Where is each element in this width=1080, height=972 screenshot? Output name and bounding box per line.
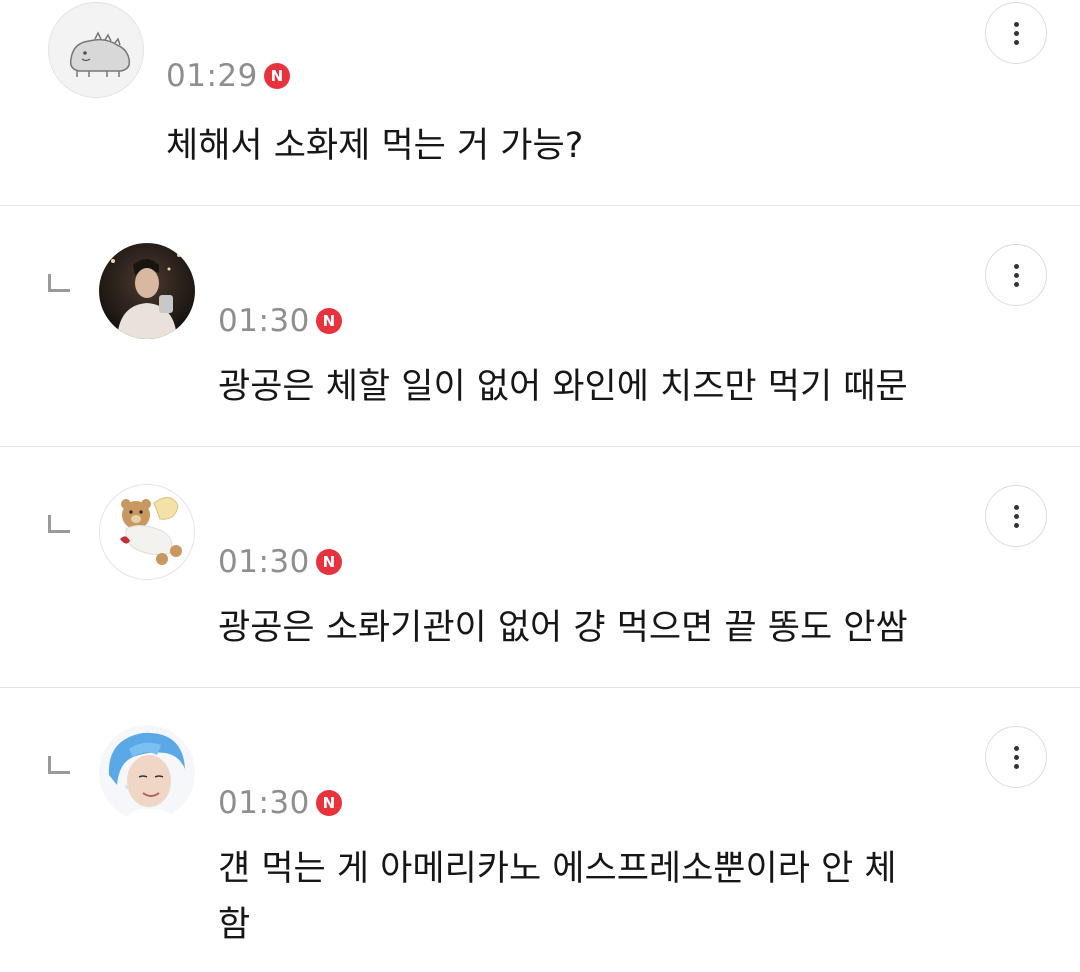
comment-meta: 01:30 N — [218, 544, 342, 580]
more-vertical-icon-dot — [1013, 281, 1019, 287]
comment-text: 광공은 소롸기관이 없어 걍 먹으면 끝 똥도 안쌈 — [218, 608, 908, 648]
reply-arrow-icon — [48, 756, 70, 774]
comment-text: 체해서 소화제 먹는 거 가능? — [166, 126, 584, 166]
comment-meta: 01:30 N — [218, 785, 342, 821]
more-vertical-icon-dot — [1013, 513, 1019, 519]
new-badge-icon: N — [263, 63, 290, 89]
comment-item: 01:29 N 체해서 소화제 먹는 거 가능? — [0, 0, 1080, 206]
comment-time: 01:30 — [218, 785, 310, 821]
reply-item: 01:30 N 광공은 소롸기관이 없어 걍 먹으면 끝 똥도 안쌈 — [0, 447, 1080, 688]
comment-meta: 01:29 N — [166, 58, 290, 94]
comment-time: 01:30 — [218, 544, 310, 580]
more-options-button[interactable] — [985, 726, 1047, 788]
reply-arrow-icon — [48, 515, 70, 533]
comment-meta: 01:30 N — [218, 303, 342, 339]
blue-hair-person-avatar[interactable] — [99, 725, 195, 821]
more-vertical-icon-dot — [1013, 763, 1019, 769]
more-vertical-icon-dot — [1013, 272, 1019, 278]
comment-text: 걘 먹는 게 아메리카노 에스프레소뿐이라 안 체함 — [218, 849, 897, 945]
reply-item: 01:30 N 걘 먹는 게 아메리카노 에스프레소뿐이라 안 체함 — [0, 688, 1080, 972]
more-vertical-icon-dot — [1013, 522, 1019, 528]
comment-time: 01:29 — [166, 58, 258, 94]
comment-text: 광공은 체할 일이 없어 와인에 치즈만 먹기 때문 — [218, 367, 908, 407]
more-vertical-icon-dot — [1013, 754, 1019, 760]
person-photo-avatar[interactable] — [99, 243, 195, 339]
more-vertical-icon — [1013, 745, 1019, 751]
more-vertical-icon-dot — [1013, 39, 1019, 45]
more-vertical-icon-dot — [1013, 30, 1019, 36]
more-vertical-icon — [1013, 504, 1019, 510]
more-options-button[interactable] — [985, 244, 1047, 306]
more-vertical-icon — [1013, 21, 1019, 27]
new-badge-icon: N — [315, 790, 342, 816]
reply-arrow-icon — [48, 274, 70, 292]
more-options-button[interactable] — [985, 485, 1047, 547]
comment-time: 01:30 — [218, 303, 310, 339]
dinosaur-avatar[interactable] — [48, 2, 144, 98]
teddy-bear-angel-avatar[interactable] — [99, 484, 195, 580]
new-badge-icon: N — [315, 549, 342, 575]
new-badge-icon: N — [315, 308, 342, 334]
more-vertical-icon — [1013, 263, 1019, 269]
reply-item: 01:30 N 광공은 체할 일이 없어 와인에 치즈만 먹기 때문 — [0, 206, 1080, 447]
more-options-button[interactable] — [985, 2, 1047, 64]
